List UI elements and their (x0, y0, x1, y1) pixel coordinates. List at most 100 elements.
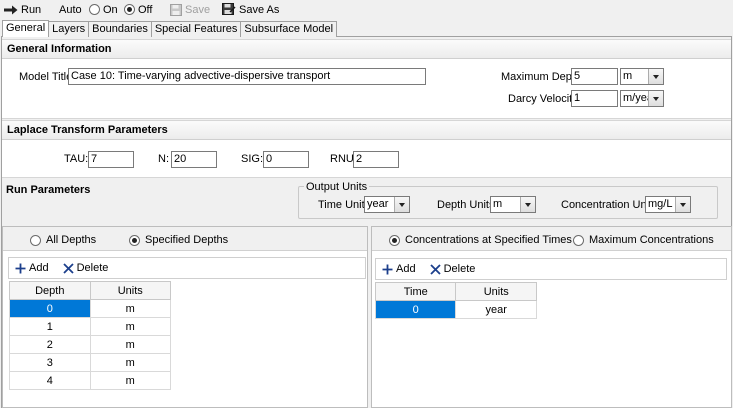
darcy-velocity-label: Darcy Velocity: (508, 93, 581, 105)
unit-cell[interactable]: m (89, 299, 172, 318)
delete-time-button[interactable]: Delete (429, 263, 475, 275)
unit-cell[interactable]: m (89, 371, 172, 390)
add-depth-button[interactable]: Add (15, 262, 49, 274)
depth-column-header[interactable]: Depth (9, 281, 91, 300)
run-button[interactable]: Run (4, 2, 41, 17)
sig-label: SIG: (241, 153, 264, 165)
tab-special-features[interactable]: Special Features (150, 21, 242, 37)
n-label: N: (158, 153, 169, 165)
max-depth-unit-value: m (623, 70, 633, 82)
save-button[interactable]: Save (170, 2, 210, 17)
max-depth-unit-select[interactable]: m (620, 68, 664, 85)
depth-cell[interactable]: 3 (9, 353, 91, 372)
sig-input[interactable]: 0 (263, 151, 309, 168)
tab-subsurface-model[interactable]: Subsurface Model (240, 21, 338, 37)
general-info-panel: Model Title: Case 10: Time-varying advec… (2, 59, 731, 119)
chevron-down-icon[interactable] (648, 91, 663, 106)
tau-input[interactable]: 7 (88, 151, 134, 168)
darcy-velocity-unit-select[interactable]: m/year (620, 90, 664, 107)
specified-depths-radio[interactable]: Specified Depths (129, 234, 228, 246)
auto-off-radio-circle[interactable] (124, 4, 135, 15)
times-toolbar: Add Delete (375, 258, 727, 280)
auto-on-radio[interactable]: On (89, 2, 118, 17)
table-row[interactable]: 3 m (9, 353, 172, 372)
plus-icon (15, 263, 26, 273)
all-depths-radio-circle[interactable] (30, 234, 41, 246)
save-as-icon (222, 3, 236, 15)
auto-label: Auto (59, 2, 82, 17)
table-row[interactable]: 2 m (9, 335, 172, 354)
table-row[interactable]: 0 m (9, 299, 172, 318)
depth-cell[interactable]: 0 (9, 299, 91, 318)
general-info-header: General Information (2, 39, 731, 59)
unit-cell[interactable]: m (89, 335, 172, 354)
auto-off-radio[interactable]: Off (124, 2, 152, 17)
chevron-down-icon[interactable] (520, 197, 535, 212)
chevron-down-icon[interactable] (675, 197, 690, 212)
chevron-down-icon[interactable] (394, 197, 409, 212)
run-parameters-header: Run Parameters (6, 184, 91, 196)
depth-cell[interactable]: 4 (9, 371, 91, 390)
depth-units-select[interactable]: m (490, 196, 536, 213)
plus-icon (382, 264, 393, 274)
max-concentrations-radio[interactable]: Maximum Concentrations (573, 234, 714, 246)
save-as-button[interactable]: Save As (222, 2, 279, 17)
main-toolbar: Run Auto On Off Save Save As (0, 0, 733, 19)
all-depths-radio[interactable]: All Depths (30, 234, 96, 246)
chevron-down-icon[interactable] (648, 69, 663, 84)
specified-times-radio-circle[interactable] (389, 234, 400, 246)
time-units-select[interactable]: year (364, 196, 410, 213)
times-pane-header: Concentrations at Specified Times Maximu… (372, 227, 731, 251)
delete-x-icon (62, 262, 74, 274)
unit-cell[interactable]: m (89, 317, 172, 336)
max-concentrations-radio-circle[interactable] (573, 234, 584, 246)
floppy-disk-icon (170, 3, 182, 16)
concentration-units-select[interactable]: mg/L (645, 196, 691, 213)
add-time-label: Add (396, 263, 416, 275)
auto-on-label: On (103, 3, 118, 16)
max-depth-input[interactable]: 5 (571, 68, 618, 85)
time-cell[interactable]: 0 (374, 300, 457, 319)
table-row[interactable]: 0 year (374, 300, 537, 319)
unit-cell[interactable]: year (455, 300, 537, 319)
depths-pane: All Depths Specified Depths Add Delete D… (2, 226, 368, 408)
darcy-velocity-unit-value: m/year (623, 92, 648, 104)
tab-layers[interactable]: Layers (48, 21, 90, 37)
units-column-header[interactable]: Units (89, 281, 172, 300)
table-row[interactable]: 4 m (9, 371, 172, 390)
rnu-input[interactable]: 2 (353, 151, 399, 168)
table-row[interactable]: 1 m (9, 317, 172, 336)
times-pane: Concentrations at Specified Times Maximu… (371, 226, 732, 408)
tab-general[interactable]: General (2, 20, 50, 37)
specified-times-radio[interactable]: Concentrations at Specified Times (389, 234, 572, 246)
delete-depth-label: Delete (76, 262, 109, 274)
laplace-panel: TAU: 7 N: 20 SIG: 0 RNU: 2 (2, 140, 731, 178)
delete-x-icon (429, 263, 441, 275)
units-column-header[interactable]: Units (455, 282, 537, 301)
depth-cell[interactable]: 1 (9, 317, 91, 336)
tab-boundaries[interactable]: Boundaries (88, 21, 152, 37)
depth-units-label: Depth Units: (437, 199, 498, 211)
darcy-velocity-input[interactable]: 1 (571, 90, 618, 107)
unit-cell[interactable]: m (89, 353, 172, 372)
save-as-label: Save As (239, 3, 280, 16)
auto-on-radio-circle[interactable] (89, 4, 100, 15)
times-table: Time Units 0 year (374, 282, 537, 319)
time-column-header[interactable]: Time (374, 282, 457, 301)
auto-off-label: Off (138, 3, 153, 16)
concentration-units-value: mg/L (648, 198, 673, 210)
n-input[interactable]: 20 (171, 151, 217, 168)
tab-strip: General Layers Boundaries Special Featur… (2, 20, 338, 37)
specified-depths-label: Specified Depths (145, 234, 229, 246)
specified-depths-radio-circle[interactable] (129, 234, 140, 246)
tau-label: TAU: (64, 153, 89, 165)
depth-cell[interactable]: 2 (9, 335, 91, 354)
all-depths-label: All Depths (46, 234, 97, 246)
add-time-button[interactable]: Add (382, 263, 416, 275)
depths-pane-header: All Depths Specified Depths (3, 227, 367, 251)
depths-toolbar: Add Delete (8, 257, 366, 279)
delete-depth-button[interactable]: Delete (62, 262, 109, 274)
output-units-legend: Output Units (304, 181, 370, 193)
add-depth-label: Add (29, 262, 49, 274)
model-title-input[interactable]: Case 10: Time-varying advective-dispersi… (68, 68, 426, 85)
